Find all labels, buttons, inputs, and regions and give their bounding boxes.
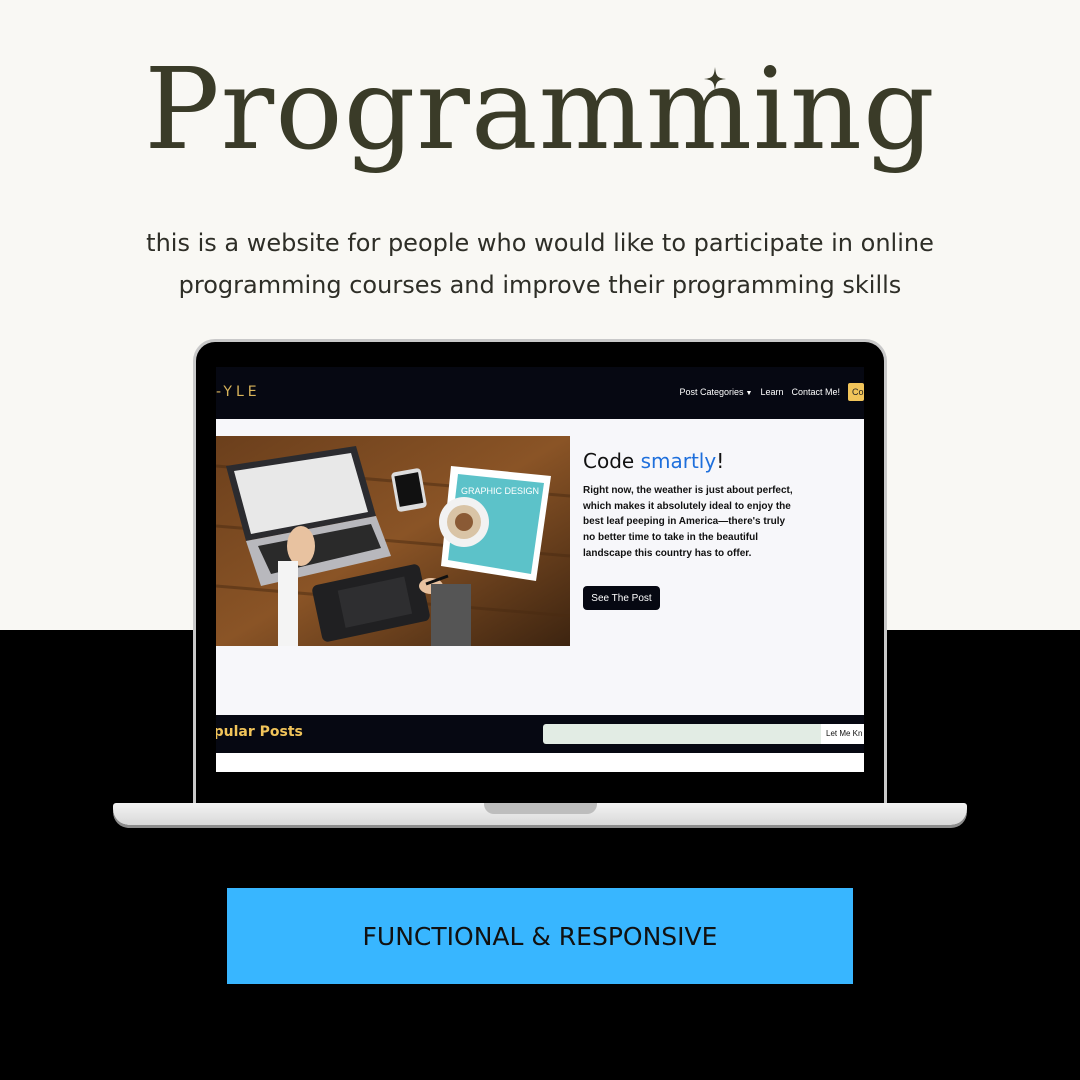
nav-item-learn[interactable]: Learn bbox=[760, 387, 783, 397]
site-brand[interactable]: -YLE bbox=[216, 384, 261, 400]
hero-title: Code smartly! bbox=[583, 449, 724, 473]
hero-title-start: Code bbox=[583, 449, 641, 473]
see-the-post-button[interactable]: See The Post bbox=[583, 586, 660, 610]
sparkle-icon bbox=[704, 67, 726, 91]
laptop-notch bbox=[484, 803, 597, 814]
content-strip bbox=[216, 753, 864, 772]
site-navbar: -YLE Post Categories ▼ Learn Contact Me! … bbox=[216, 367, 864, 419]
hero-title-accent: smartly bbox=[640, 449, 717, 473]
nav-item-contact[interactable]: Contact Me! bbox=[791, 387, 840, 397]
headline: Programming bbox=[144, 45, 936, 175]
subscribe-input[interactable] bbox=[543, 724, 821, 744]
hero-title-end: ! bbox=[716, 449, 725, 473]
caret-down-icon: ▼ bbox=[745, 390, 753, 397]
hero-text: Right now, the weather is just about per… bbox=[583, 485, 793, 559]
magazine-title: GRAPHIC DESIGN bbox=[461, 486, 539, 496]
tagline-line-2: programming courses and improve their pr… bbox=[178, 271, 902, 299]
laptop-screen: -YLE Post Categories ▼ Learn Contact Me! … bbox=[216, 367, 864, 772]
nav-cta-button[interactable]: Co bbox=[848, 383, 864, 401]
nav-item-post-categories[interactable]: Post Categories ▼ bbox=[679, 387, 752, 397]
tagline-line-1: this is a website for people who would l… bbox=[146, 229, 934, 257]
functional-responsive-badge: FUNCTIONAL & RESPONSIVE bbox=[227, 888, 853, 984]
popular-posts-title: opular Posts bbox=[216, 724, 303, 740]
hero-image: GRAPHIC DESIGN bbox=[216, 436, 570, 646]
popular-posts-bar: opular Posts Let Me Kn bbox=[216, 715, 864, 753]
let-me-know-button[interactable]: Let Me Kn bbox=[821, 724, 864, 744]
nav-item-post-categories-label: Post Categories bbox=[679, 387, 744, 397]
nav-links: Post Categories ▼ Learn Contact Me! Co bbox=[679, 383, 864, 401]
tagline: this is a website for people who would l… bbox=[100, 222, 980, 306]
